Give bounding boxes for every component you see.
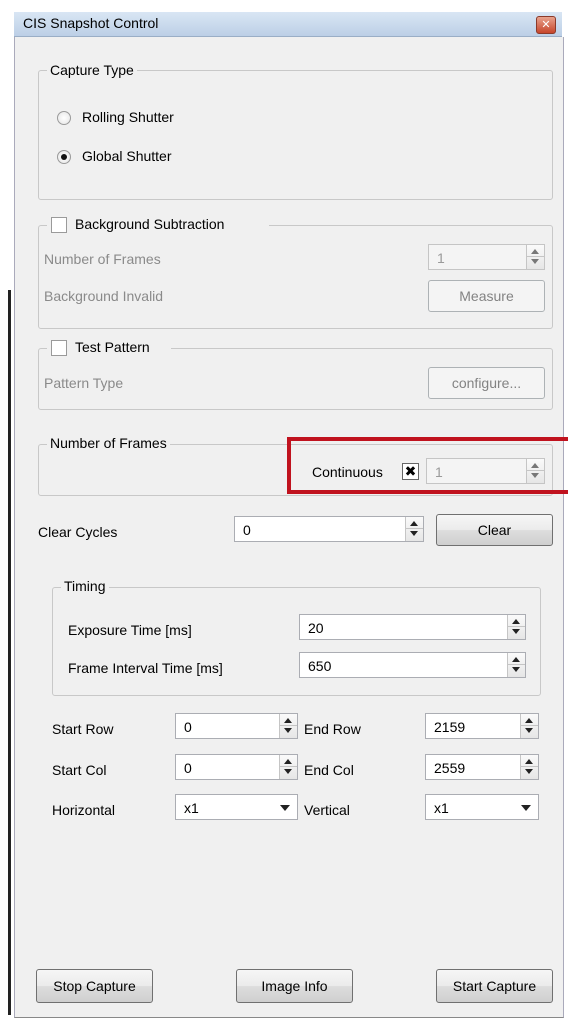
frame-interval-label: Frame Interval Time [ms]: [68, 660, 223, 676]
configure-button[interactable]: configure...: [428, 367, 545, 399]
rolling-shutter-radio[interactable]: [57, 111, 71, 125]
spin-arrows-icon[interactable]: [526, 245, 544, 269]
start-row-label: Start Row: [52, 721, 114, 737]
chevron-down-icon[interactable]: [280, 805, 290, 811]
background-subtraction-title[interactable]: Background Subtraction: [75, 216, 224, 232]
end-col-spinbox[interactable]: 2559: [425, 754, 539, 780]
clear-cycles-value: 0: [243, 522, 251, 538]
capture-type-group: [38, 70, 553, 200]
stop-capture-button[interactable]: Stop Capture: [36, 969, 153, 1003]
start-col-value: 0: [184, 760, 192, 776]
chevron-down-icon[interactable]: [521, 805, 531, 811]
start-capture-button[interactable]: Start Capture: [436, 969, 553, 1003]
timing-legend: Timing: [61, 578, 109, 594]
end-row-label: End Row: [304, 721, 361, 737]
background-subtraction-legend: Background Subtraction: [47, 216, 269, 236]
pattern-type-label: Pattern Type: [44, 375, 124, 391]
spin-arrows-icon[interactable]: [405, 517, 423, 541]
exposure-time-value: 20: [308, 620, 324, 636]
continuous-checkbox[interactable]: ✖: [402, 463, 419, 480]
capture-type-legend: Capture Type: [47, 62, 137, 78]
end-row-value: 2159: [434, 719, 466, 735]
timing-group: [52, 587, 541, 696]
horizontal-binning-select[interactable]: x1: [175, 794, 298, 820]
frames-count-spinbox[interactable]: 1: [426, 458, 545, 484]
vertical-label: Vertical: [304, 802, 350, 818]
clear-cycles-label: Clear Cycles: [38, 524, 118, 540]
test-pattern-checkbox[interactable]: [51, 340, 67, 356]
background-subtraction-checkbox[interactable]: [51, 217, 67, 233]
start-row-spinbox[interactable]: 0: [175, 713, 298, 739]
snapshot-control-panel: Capture Type Rolling Shutter Global Shut…: [14, 37, 564, 1018]
vertical-binning-value: x1: [434, 800, 449, 816]
clear-cycles-spinbox[interactable]: 0: [234, 516, 424, 542]
continuous-label[interactable]: Continuous: [312, 464, 383, 480]
horizontal-binning-value: x1: [184, 800, 199, 816]
test-pattern-title[interactable]: Test Pattern: [75, 339, 150, 355]
spin-arrows-icon[interactable]: [520, 714, 538, 738]
frames-count-value: 1: [435, 464, 443, 480]
end-col-label: End Col: [304, 762, 354, 778]
title-bar[interactable]: CIS Snapshot Control ✕: [14, 12, 562, 37]
background-subtraction-group: [38, 225, 553, 329]
global-shutter-radio[interactable]: [57, 150, 71, 164]
start-col-spinbox[interactable]: 0: [175, 754, 298, 780]
bg-frames-value: 1: [437, 250, 445, 266]
spin-arrows-icon[interactable]: [279, 714, 297, 738]
frame-interval-value: 650: [308, 658, 332, 674]
rolling-shutter-label[interactable]: Rolling Shutter: [82, 109, 174, 125]
image-info-button[interactable]: Image Info: [236, 969, 353, 1003]
frame-interval-spinbox[interactable]: 650: [299, 652, 526, 678]
end-col-value: 2559: [434, 760, 466, 776]
exposure-time-label: Exposure Time [ms]: [68, 622, 192, 638]
spin-arrows-icon[interactable]: [507, 615, 525, 639]
vertical-binning-select[interactable]: x1: [425, 794, 539, 820]
spin-arrows-icon[interactable]: [507, 653, 525, 677]
spin-arrows-icon[interactable]: [279, 755, 297, 779]
start-col-label: Start Col: [52, 762, 107, 778]
spin-arrows-icon[interactable]: [526, 459, 544, 483]
number-of-frames-legend: Number of Frames: [47, 435, 170, 451]
end-row-spinbox[interactable]: 2159: [425, 713, 539, 739]
measure-button[interactable]: Measure: [428, 280, 545, 312]
horizontal-label: Horizontal: [52, 802, 116, 818]
window-title: CIS Snapshot Control: [23, 15, 159, 31]
background-status-label: Background Invalid: [44, 288, 164, 304]
bg-frames-spinbox[interactable]: 1: [428, 244, 545, 270]
bg-frames-label: Number of Frames: [44, 251, 161, 267]
background-window-edge: [8, 290, 11, 1015]
global-shutter-label[interactable]: Global Shutter: [82, 148, 172, 164]
close-icon[interactable]: ✕: [536, 16, 556, 34]
spin-arrows-icon[interactable]: [520, 755, 538, 779]
clear-button[interactable]: Clear: [436, 514, 553, 546]
exposure-time-spinbox[interactable]: 20: [299, 614, 526, 640]
start-row-value: 0: [184, 719, 192, 735]
test-pattern-legend: Test Pattern: [47, 339, 171, 359]
